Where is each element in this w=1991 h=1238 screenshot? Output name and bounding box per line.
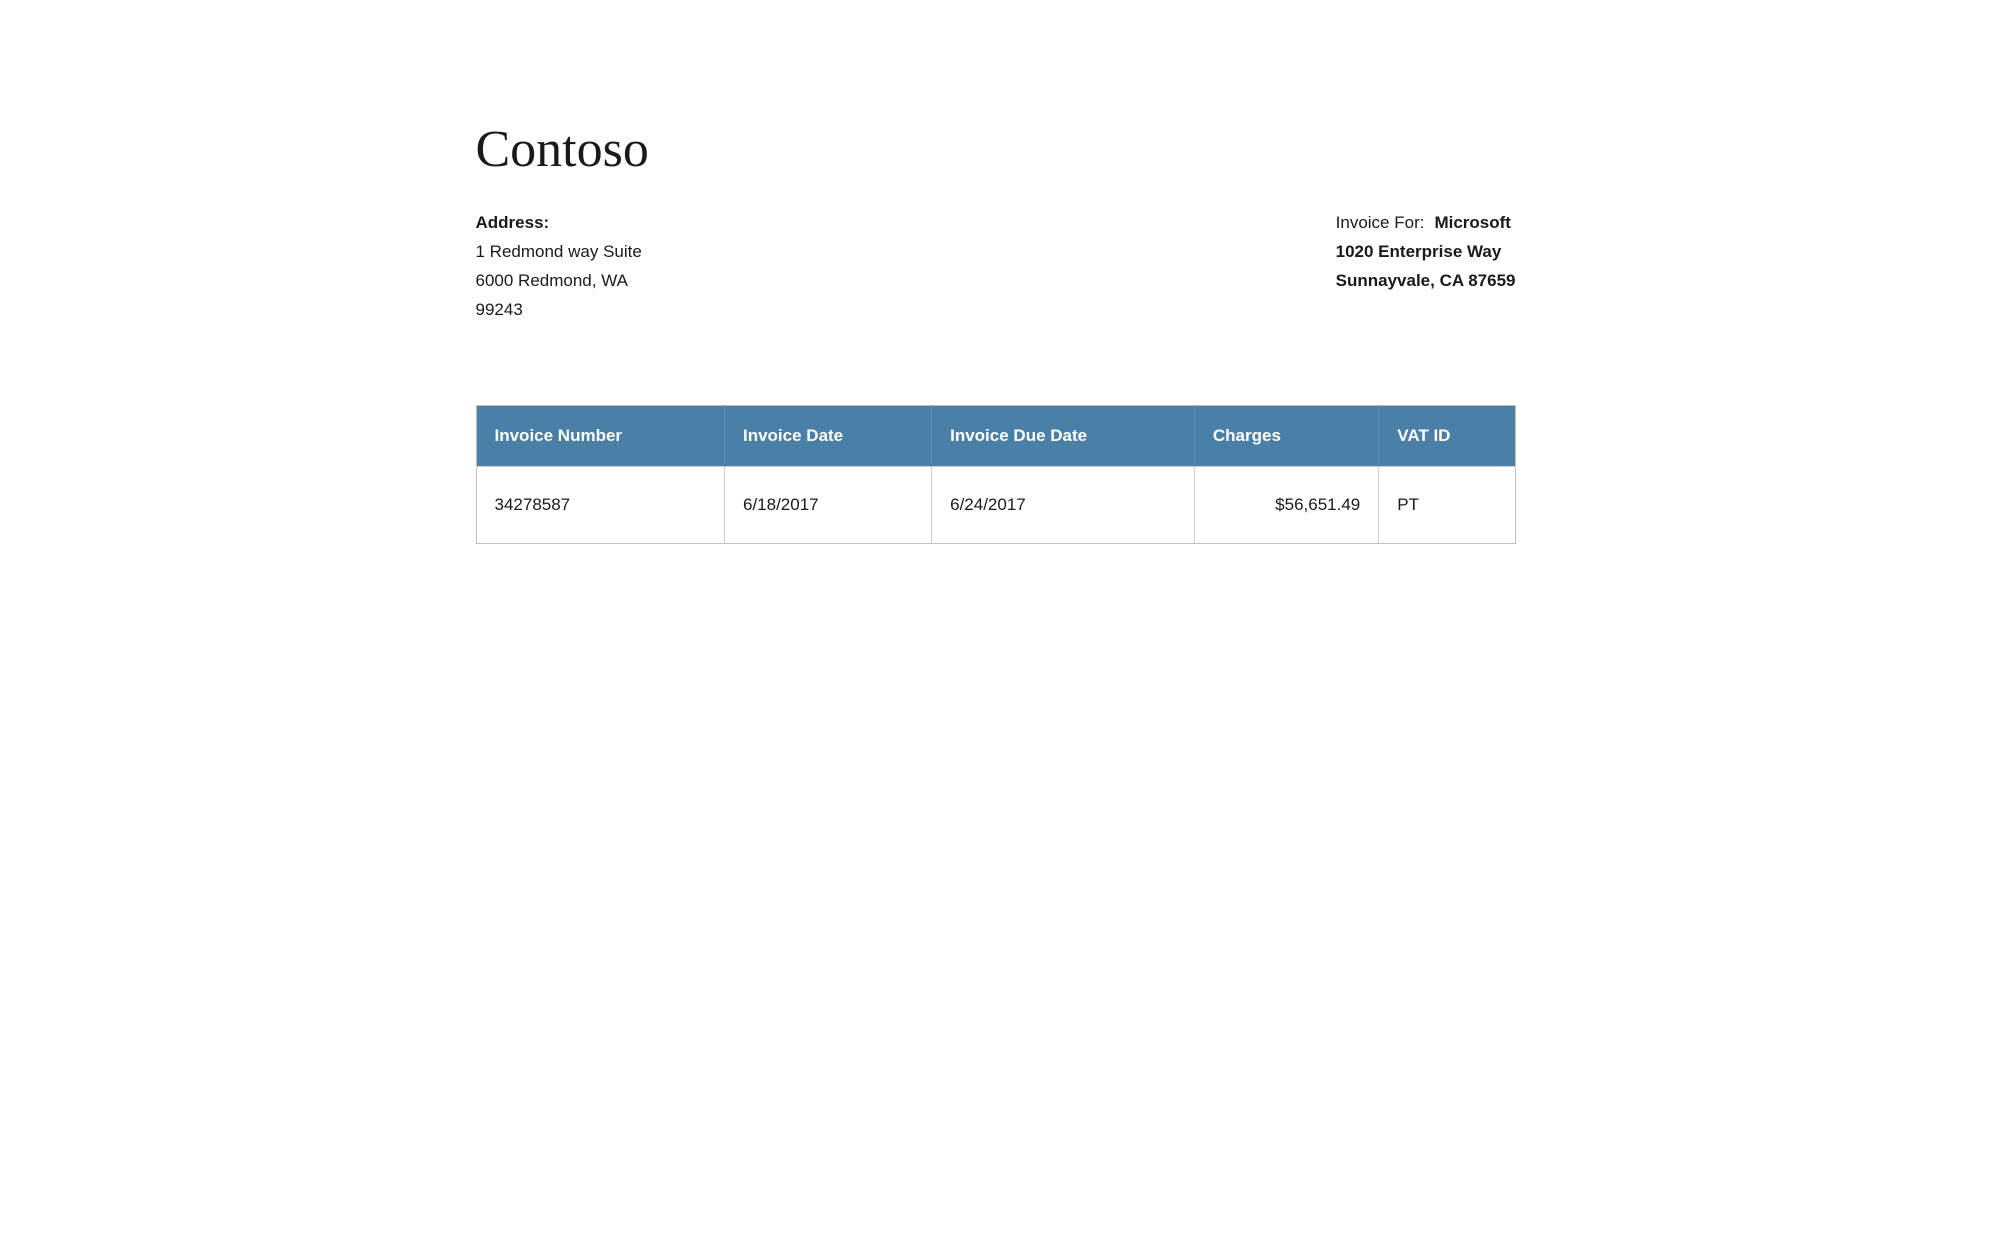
sender-line1: 1 Redmond way Suite <box>476 238 642 267</box>
page-container: Contoso Address: 1 Redmond way Suite 600… <box>396 0 1596 624</box>
col-header-invoice-due-date: Invoice Due Date <box>932 405 1195 466</box>
invoice-for-row: Invoice For: Microsoft <box>1336 209 1516 238</box>
col-header-invoice-number: Invoice Number <box>476 405 724 466</box>
cell-invoice-number: 34278587 <box>476 466 724 543</box>
sender-address: Address: 1 Redmond way Suite 6000 Redmon… <box>476 209 642 325</box>
invoice-for-address-line1: 1020 Enterprise Way <box>1336 238 1516 267</box>
invoice-for-section: Invoice For: Microsoft 1020 Enterprise W… <box>1336 209 1516 296</box>
table-section: Invoice Number Invoice Date Invoice Due … <box>476 405 1516 544</box>
cell-invoice-date: 6/18/2017 <box>724 466 931 543</box>
invoice-table: Invoice Number Invoice Date Invoice Due … <box>476 405 1516 544</box>
table-header-row: Invoice Number Invoice Date Invoice Due … <box>476 405 1515 466</box>
company-name: Contoso <box>476 120 1516 179</box>
cell-invoice-due-date: 6/24/2017 <box>932 466 1195 543</box>
sender-line3: 99243 <box>476 296 642 325</box>
col-header-invoice-date: Invoice Date <box>724 405 931 466</box>
invoice-for-company: Microsoft <box>1434 209 1511 238</box>
col-header-vat-id: VAT ID <box>1379 405 1515 466</box>
sender-line2: 6000 Redmond, WA <box>476 267 642 296</box>
table-row: 34278587 6/18/2017 6/24/2017 $56,651.49 … <box>476 466 1515 543</box>
col-header-charges: Charges <box>1194 405 1378 466</box>
cell-charges: $56,651.49 <box>1194 466 1378 543</box>
address-label: Address: <box>476 213 550 232</box>
cell-vat-id: PT <box>1379 466 1515 543</box>
invoice-for-address-line2: Sunnayvale, CA 87659 <box>1336 267 1516 296</box>
header-section: Address: 1 Redmond way Suite 6000 Redmon… <box>476 209 1516 325</box>
invoice-for-label: Invoice For: <box>1336 209 1425 238</box>
